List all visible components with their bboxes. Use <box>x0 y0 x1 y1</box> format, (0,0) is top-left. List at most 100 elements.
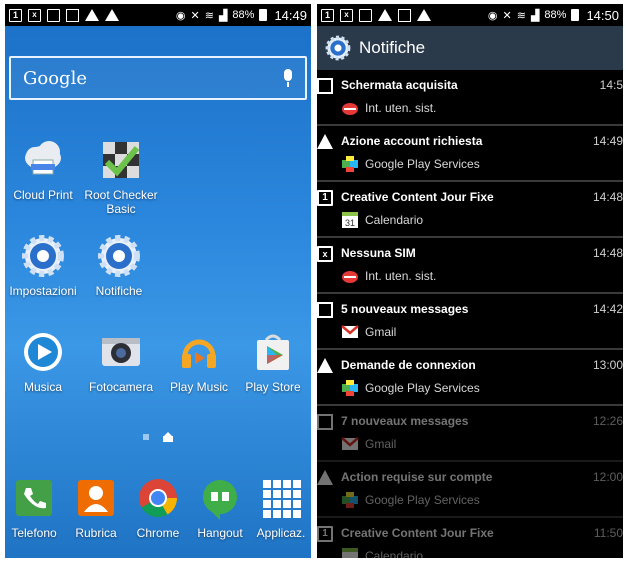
notifications-gear-icon[interactable] <box>325 35 351 61</box>
app-cloud-print[interactable]: Cloud Print <box>5 138 81 202</box>
page-indicator <box>143 432 173 442</box>
screenshot-icon <box>317 78 333 94</box>
apps-grid-icon <box>259 476 303 520</box>
app-play-music[interactable]: Play Music <box>161 330 237 394</box>
android-logo-icon <box>342 271 358 283</box>
microphone-icon[interactable] <box>283 69 293 87</box>
notification-app: Gmail <box>365 325 397 339</box>
screenshot-icon <box>359 8 372 22</box>
notification-app: Google Play Services <box>365 381 480 395</box>
notification-item[interactable]: Demande de connexion 13:00 Google Play S… <box>317 350 623 406</box>
notifications-gear-icon <box>97 234 141 278</box>
status-bar: 1 x ◉ ✕ ≋ ▟ 88% 14:50 <box>317 4 623 26</box>
no-sim-icon: x <box>317 246 333 262</box>
root-checker-icon <box>99 138 143 182</box>
headphones-icon <box>177 330 221 374</box>
app-notifiche[interactable]: Notifiche <box>81 234 157 298</box>
notification-time: 12:26 <box>592 414 623 428</box>
app-label: Notifiche <box>95 284 143 298</box>
calendar-icon: 31 <box>342 212 358 228</box>
clock: 14:50 <box>586 7 619 23</box>
notification-item[interactable]: 5 nouveaux messages 14:42 Gmail <box>317 294 623 350</box>
notification-item[interactable]: Schermata acquisita 14:5 Int. uten. sist… <box>317 70 623 126</box>
warning-icon <box>105 9 119 21</box>
warning-icon <box>317 358 333 374</box>
app-applicazioni[interactable]: Applicaz. <box>243 476 311 540</box>
mail-icon <box>317 302 333 318</box>
warning-icon <box>85 9 99 21</box>
app-label: Play Music <box>169 380 228 394</box>
app-musica[interactable]: Musica <box>5 330 81 394</box>
calendar-one-icon: 1 <box>317 526 333 542</box>
warning-icon <box>378 9 392 21</box>
notification-time: 14:48 <box>592 190 623 204</box>
notification-title: Creative Content Jour Fixe <box>341 526 494 540</box>
puzzle-icon <box>342 380 358 396</box>
notification-time: 14:49 <box>592 134 623 148</box>
wifi-icon: ≋ <box>204 9 214 22</box>
notification-time: 14:42 <box>592 302 623 316</box>
google-search-widget[interactable]: Google <box>9 56 307 100</box>
puzzle-icon <box>342 156 358 172</box>
mail-icon <box>398 8 411 22</box>
gmail-icon <box>341 437 359 450</box>
notification-title: Demande de connexion <box>341 358 476 372</box>
signal-icon: ▟ <box>218 9 228 22</box>
contacts-icon <box>74 476 118 520</box>
notifications-screen: 1 x ◉ ✕ ≋ ▟ 88% 14:50 Notifiche Schermat… <box>317 4 623 558</box>
mute-icon: ✕ <box>502 9 512 22</box>
screenshot-icon <box>47 8 60 22</box>
cloud-print-icon <box>21 138 65 182</box>
notification-app: Gmail <box>365 437 397 451</box>
dock: Telefono Rubrica Chrome Hangout Applicaz… <box>5 470 311 558</box>
page-dot[interactable] <box>143 434 149 440</box>
settings-gear-icon <box>21 234 65 278</box>
mute-icon: ✕ <box>190 9 200 22</box>
notification-item[interactable]: 7 nouveaux messages 12:26 Gmail <box>317 406 623 462</box>
app-play-store[interactable]: Play Store <box>235 330 311 394</box>
notification-item[interactable]: 1 Creative Content Jour Fixe 14:48 31 Ca… <box>317 182 623 238</box>
notification-title: Action requise sur compte <box>341 470 493 484</box>
app-fotocamera[interactable]: Fotocamera <box>81 330 161 394</box>
notification-title: Nessuna SIM <box>341 246 416 260</box>
notification-item[interactable]: 1 Creative Content Jour Fixe 11:50 Calen… <box>317 518 623 558</box>
notification-app: Calendario <box>365 549 424 558</box>
notification-time: 11:50 <box>593 526 623 540</box>
no-sim-icon: x <box>28 8 41 22</box>
home-screen: 1 x ◉ ✕ ≋ ▟ 88% 14:49 Google Cloud Print… <box>5 4 311 558</box>
mail-icon <box>317 414 333 430</box>
app-label: Fotocamera <box>88 380 154 394</box>
phone-icon <box>12 476 56 520</box>
android-logo-icon <box>342 103 358 115</box>
notification-item[interactable]: Action requise sur compte 12:00 Google P… <box>317 462 623 518</box>
notification-app: Int. uten. sist. <box>365 101 437 115</box>
calendar-icon <box>342 548 358 558</box>
notification-time: 14:5 <box>599 78 623 92</box>
notification-title: Azione account richiesta <box>341 134 483 148</box>
home-page-icon[interactable] <box>163 432 173 442</box>
battery-percent: 88% <box>232 9 255 21</box>
signal-icon: ▟ <box>530 9 540 22</box>
clock: 14:49 <box>274 7 307 23</box>
notification-title: Creative Content Jour Fixe <box>341 190 494 204</box>
play-store-icon <box>251 330 295 374</box>
app-label: Impostazioni <box>9 284 77 298</box>
app-root-checker[interactable]: Root Checker Basic <box>81 138 161 216</box>
notification-time: 14:48 <box>592 246 623 260</box>
no-sim-icon: x <box>340 8 353 22</box>
notification-item[interactable]: x Nessuna SIM 14:48 Int. uten. sist. <box>317 238 623 294</box>
svg-text:31: 31 <box>345 218 355 228</box>
eye-icon: ◉ <box>175 9 186 22</box>
app-impostazioni[interactable]: Impostazioni <box>5 234 81 298</box>
eye-icon: ◉ <box>487 9 498 22</box>
battery-icon <box>571 9 580 21</box>
notification-one-icon: 1 <box>321 8 334 22</box>
mail-icon <box>66 8 79 22</box>
battery-icon <box>259 9 268 21</box>
notifications-header: Notifiche <box>317 26 623 70</box>
battery-percent: 88% <box>544 9 567 21</box>
notification-item[interactable]: Azione account richiesta 14:49 Google Pl… <box>317 126 623 182</box>
status-bar: 1 x ◉ ✕ ≋ ▟ 88% 14:49 <box>5 4 311 26</box>
warning-icon <box>317 470 333 486</box>
notification-app: Int. uten. sist. <box>365 269 437 283</box>
